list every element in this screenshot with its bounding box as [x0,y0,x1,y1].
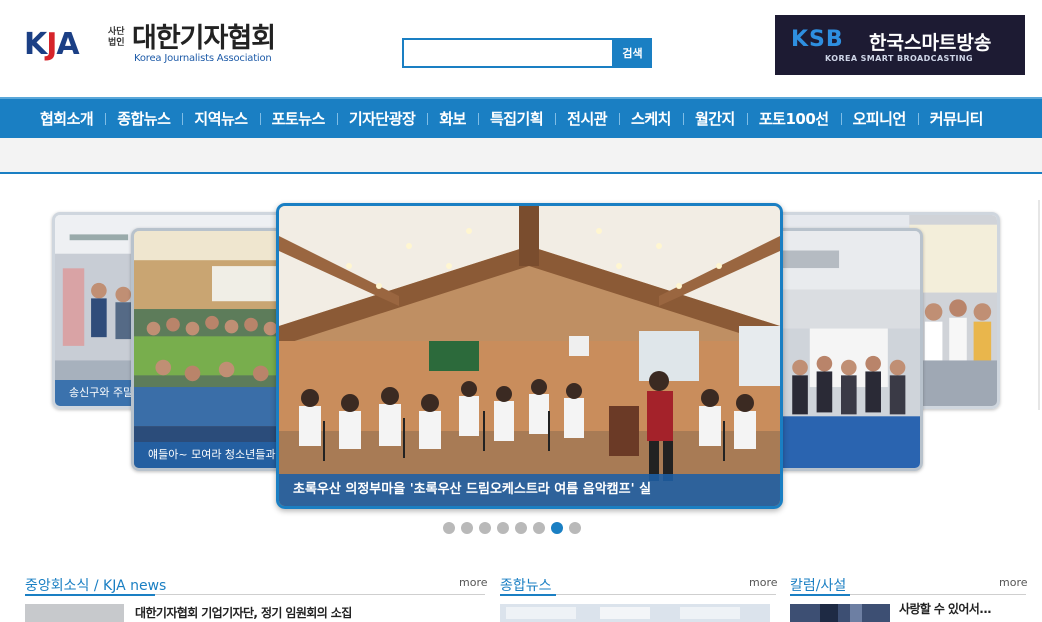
nav-item-reporter-plaza[interactable]: 기자단광장 [336,108,428,129]
slider-dot[interactable] [497,522,509,534]
header: KJA 사단 법인 대한기자협회 Korea Journalists Assoc… [0,0,1042,98]
nav-item-monthly[interactable]: 월간지 [682,108,747,129]
nav-item-about[interactable]: 협회소개 [28,108,105,129]
section-general-thumb-image [500,604,770,622]
nav-item-special[interactable]: 특집기획 [477,108,555,129]
section-central-underline [25,594,485,596]
section-column-more[interactable]: more [999,576,1028,589]
slider-dots [443,522,581,534]
section-central-thumb[interactable] [25,604,124,622]
section-central-more[interactable]: more [459,576,488,589]
banner-logo: KSB [791,27,844,52]
slide-active[interactable]: 초록우산 의정부마을 '초록우산 드림오케스트라 여름 음악캠프' 실 [276,203,783,509]
slider-dot[interactable] [533,522,545,534]
section-central-news: 중앙회소식 / KJA news more 대한기자협회 기업기자단, 정기 임… [25,573,488,622]
logo-english-name: Korea Journalists Association [134,53,272,64]
logo-name: 대한기자협회 [132,23,276,54]
banner-english: KOREA SMART BROADCASTING [825,54,973,63]
slider-dot[interactable] [461,522,473,534]
photo-slider: 송신구와 주말가족 얘들아~ 모여라 청소년들과 함 초록우산 의정부마을 '초… [0,190,1042,540]
slide-active-photo [279,206,780,506]
section-column-underline [790,594,1026,596]
slider-dot[interactable] [551,522,563,534]
section-central-headline[interactable]: 대한기자협회 기업기자단, 정기 임원회의 소집 [135,604,352,621]
nav-item-sketch[interactable]: 스케치 [619,108,683,129]
site-logo[interactable]: KJA 사단 법인 대한기자협회 Korea Journalists Assoc… [24,22,276,68]
slider-dot[interactable] [569,522,581,534]
nav-item-regional-news[interactable]: 지역뉴스 [182,108,259,129]
nav-item-gallery[interactable]: 전시관 [555,108,619,129]
slide-active-caption: 초록우산 의정부마을 '초록우산 드림오케스트라 여름 음악캠프' 실 [279,474,780,506]
main-nav-list: 협회소개 종합뉴스 지역뉴스 포토뉴스 기자단광장 화보 특집기획 전시관 스케… [0,99,1042,138]
section-general-thumb[interactable] [500,604,770,622]
section-column-title[interactable]: 칼럼/사설 [790,575,846,595]
section-general-news: 종합뉴스 more [500,573,778,622]
kja-logo-mark: KJA [24,27,80,62]
section-general-more[interactable]: more [749,576,778,589]
section-column: 칼럼/사설 more 사랑할 수 있어서... [790,573,1028,622]
section-column-thumb[interactable] [790,604,890,622]
ksb-banner[interactable]: KSB 한국스마트방송 KOREA SMART BROADCASTING [775,15,1025,75]
section-general-underline [500,594,776,596]
search-input[interactable] [402,38,614,68]
section-column-headline[interactable]: 사랑할 수 있어서... [899,600,992,617]
section-central-title[interactable]: 중앙회소식 / KJA news [25,575,166,595]
nav-item-photo-news[interactable]: 포토뉴스 [259,108,337,129]
slider-dot[interactable] [515,522,527,534]
slider-dot[interactable] [443,522,455,534]
nav-item-community[interactable]: 커뮤니티 [917,108,995,129]
logo-org-type: 사단 법인 [108,27,125,48]
slider-dot[interactable] [479,522,491,534]
right-divider [1038,200,1040,410]
search-box: 검색 [402,38,652,68]
page: KJA 사단 법인 대한기자협회 Korea Journalists Assoc… [0,0,1042,622]
search-button[interactable]: 검색 [613,38,652,68]
section-column-thumb-image [790,604,890,622]
main-nav: 협회소개 종합뉴스 지역뉴스 포토뉴스 기자단광장 화보 특집기획 전시관 스케… [0,99,1042,138]
sub-nav-bar [0,138,1042,174]
nav-item-pictorial[interactable]: 화보 [427,108,478,129]
banner-name: 한국스마트방송 [869,32,992,54]
section-general-title[interactable]: 종합뉴스 [500,575,552,595]
nav-item-opinion[interactable]: 오피니언 [840,108,918,129]
nav-item-photo100[interactable]: 포토100선 [746,108,841,129]
nav-item-general-news[interactable]: 종합뉴스 [105,108,182,129]
